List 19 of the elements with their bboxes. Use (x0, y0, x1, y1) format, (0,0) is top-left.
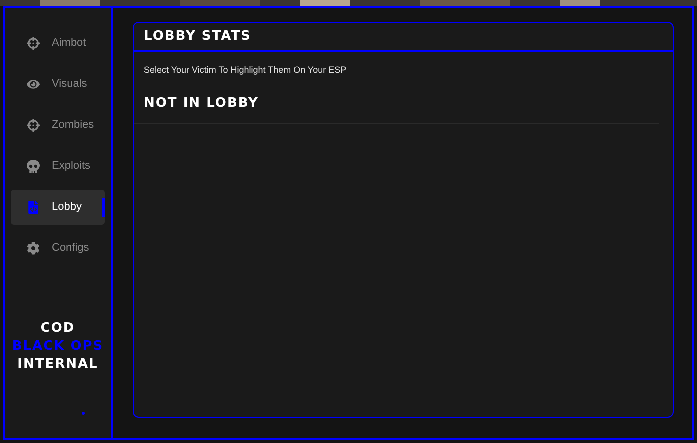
logo-text: COD (40, 320, 76, 338)
logo-text: BLACK OPS (12, 338, 104, 356)
skull-icon (27, 160, 40, 173)
settings-icon (27, 242, 40, 255)
crosshair-icon (27, 37, 40, 50)
file-code-icon (27, 201, 40, 214)
sidebar-item[interactable]: Visuals (11, 67, 105, 102)
active-indicator (102, 198, 105, 217)
sidebar-item[interactable]: Lobby (11, 190, 105, 225)
crosshair-icon (27, 119, 40, 132)
panel-title: LOBBY STATS (144, 28, 252, 46)
description-text: Select Your Victim To Highlight Them On Your ESP (143, 64, 348, 77)
status-heading: NOT IN LOBBY (143, 94, 260, 112)
sidebar-item[interactable]: Exploits (11, 149, 105, 184)
eye-icon (27, 78, 40, 91)
logo-text: INTERNAL (18, 356, 98, 374)
sidebar-item[interactable]: Aimbot (11, 26, 105, 61)
sidebar-item[interactable]: Zombies (11, 108, 105, 143)
sidebar-item[interactable]: Configs (11, 231, 105, 266)
